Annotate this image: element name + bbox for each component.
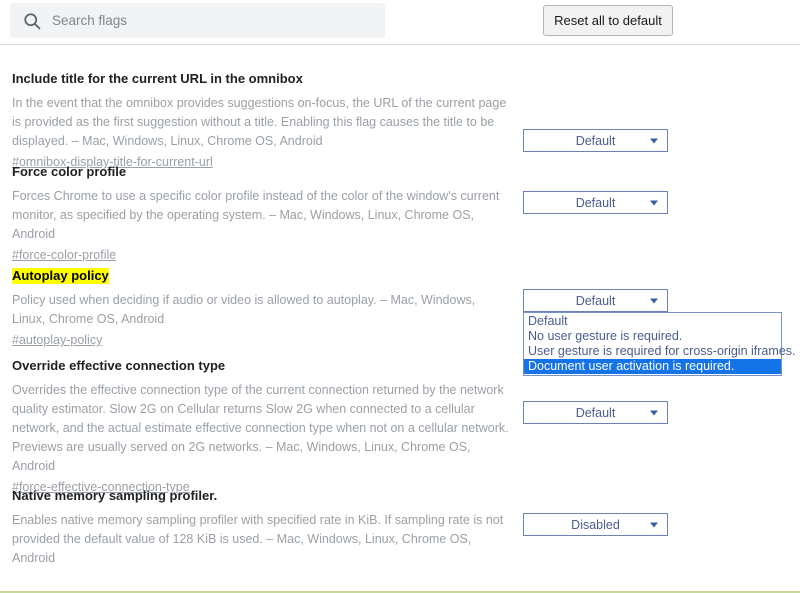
flag-select-value: Default xyxy=(575,195,616,210)
flag-description: Enables native memory sampling profiler … xyxy=(12,513,504,565)
flag-text-block: Autoplay policy Policy used when decidin… xyxy=(12,267,512,349)
flag-select[interactable]: Default xyxy=(523,191,668,214)
search-input[interactable] xyxy=(52,13,352,28)
flag-title: Autoplay policy xyxy=(12,268,109,284)
flag-row: Include title for the current URL in the… xyxy=(0,45,800,169)
chevron-down-icon xyxy=(650,138,658,143)
chevron-down-icon xyxy=(650,522,658,527)
search-icon xyxy=(22,11,42,31)
flag-anchor-link[interactable]: #force-color-profile xyxy=(12,247,116,264)
flag-select-value: Default xyxy=(575,293,616,308)
flag-description: Policy used when deciding if audio or vi… xyxy=(12,293,476,326)
flag-select-wrap: Default xyxy=(523,401,668,424)
flag-title: Force color profile xyxy=(12,164,127,179)
chevron-down-icon xyxy=(650,410,658,415)
flag-select[interactable]: Default xyxy=(523,401,668,424)
flag-row: Force color profile Forces Chrome to use… xyxy=(0,163,800,267)
flag-description: Overrides the effective connection type … xyxy=(12,383,509,473)
flag-select-options-list[interactable]: Default No user gesture is required. Use… xyxy=(523,312,795,376)
flag-select-wrap: Disabled xyxy=(523,513,668,536)
flag-select-value: Default xyxy=(575,133,616,148)
search-flags-box[interactable] xyxy=(10,3,385,38)
flag-select[interactable]: Default xyxy=(523,289,668,312)
flag-select-wrap: Default xyxy=(523,129,668,152)
flag-select[interactable]: Default xyxy=(523,129,668,152)
reset-all-to-default-button[interactable]: Reset all to default xyxy=(543,5,673,36)
flags-list: Include title for the current URL in the… xyxy=(0,45,800,565)
select-option[interactable]: User gesture is required for cross-origi… xyxy=(524,344,795,359)
chevron-down-icon xyxy=(650,298,658,303)
flag-text-block: Include title for the current URL in the… xyxy=(12,70,512,171)
flag-select[interactable]: Disabled xyxy=(523,513,668,536)
flag-select-value: Default xyxy=(575,405,616,420)
flag-text-block: Override effective connection type Overr… xyxy=(12,357,512,496)
flag-select-wrap: Default Default No user gesture is requi… xyxy=(523,289,795,376)
flag-anchor-link[interactable]: #autoplay-policy xyxy=(12,332,102,349)
flag-text-block: Force color profile Forces Chrome to use… xyxy=(12,163,512,264)
flags-toolbar: Reset all to default xyxy=(0,0,800,45)
select-option[interactable]: Default xyxy=(524,314,781,329)
flag-description: In the event that the omnibox provides s… xyxy=(12,96,507,148)
flag-row: Autoplay policy Policy used when decidin… xyxy=(0,267,800,376)
flag-title: Native memory sampling profiler. xyxy=(12,488,218,503)
flag-row: Native memory sampling profiler. Enables… xyxy=(0,487,800,565)
flag-description: Forces Chrome to use a specific color pr… xyxy=(12,189,500,241)
chevron-down-icon xyxy=(650,200,658,205)
flag-title: Include title for the current URL in the… xyxy=(12,71,303,86)
flag-select-wrap: Default xyxy=(523,191,668,214)
flag-text-block: Native memory sampling profiler. Enables… xyxy=(12,487,512,568)
select-option[interactable]: No user gesture is required. xyxy=(524,329,781,344)
select-option-selected[interactable]: Document user activation is required. xyxy=(524,359,781,374)
flag-row: Override effective connection type Overr… xyxy=(0,357,800,494)
flag-select-value: Disabled xyxy=(571,517,620,532)
flag-title: Override effective connection type xyxy=(12,358,226,373)
